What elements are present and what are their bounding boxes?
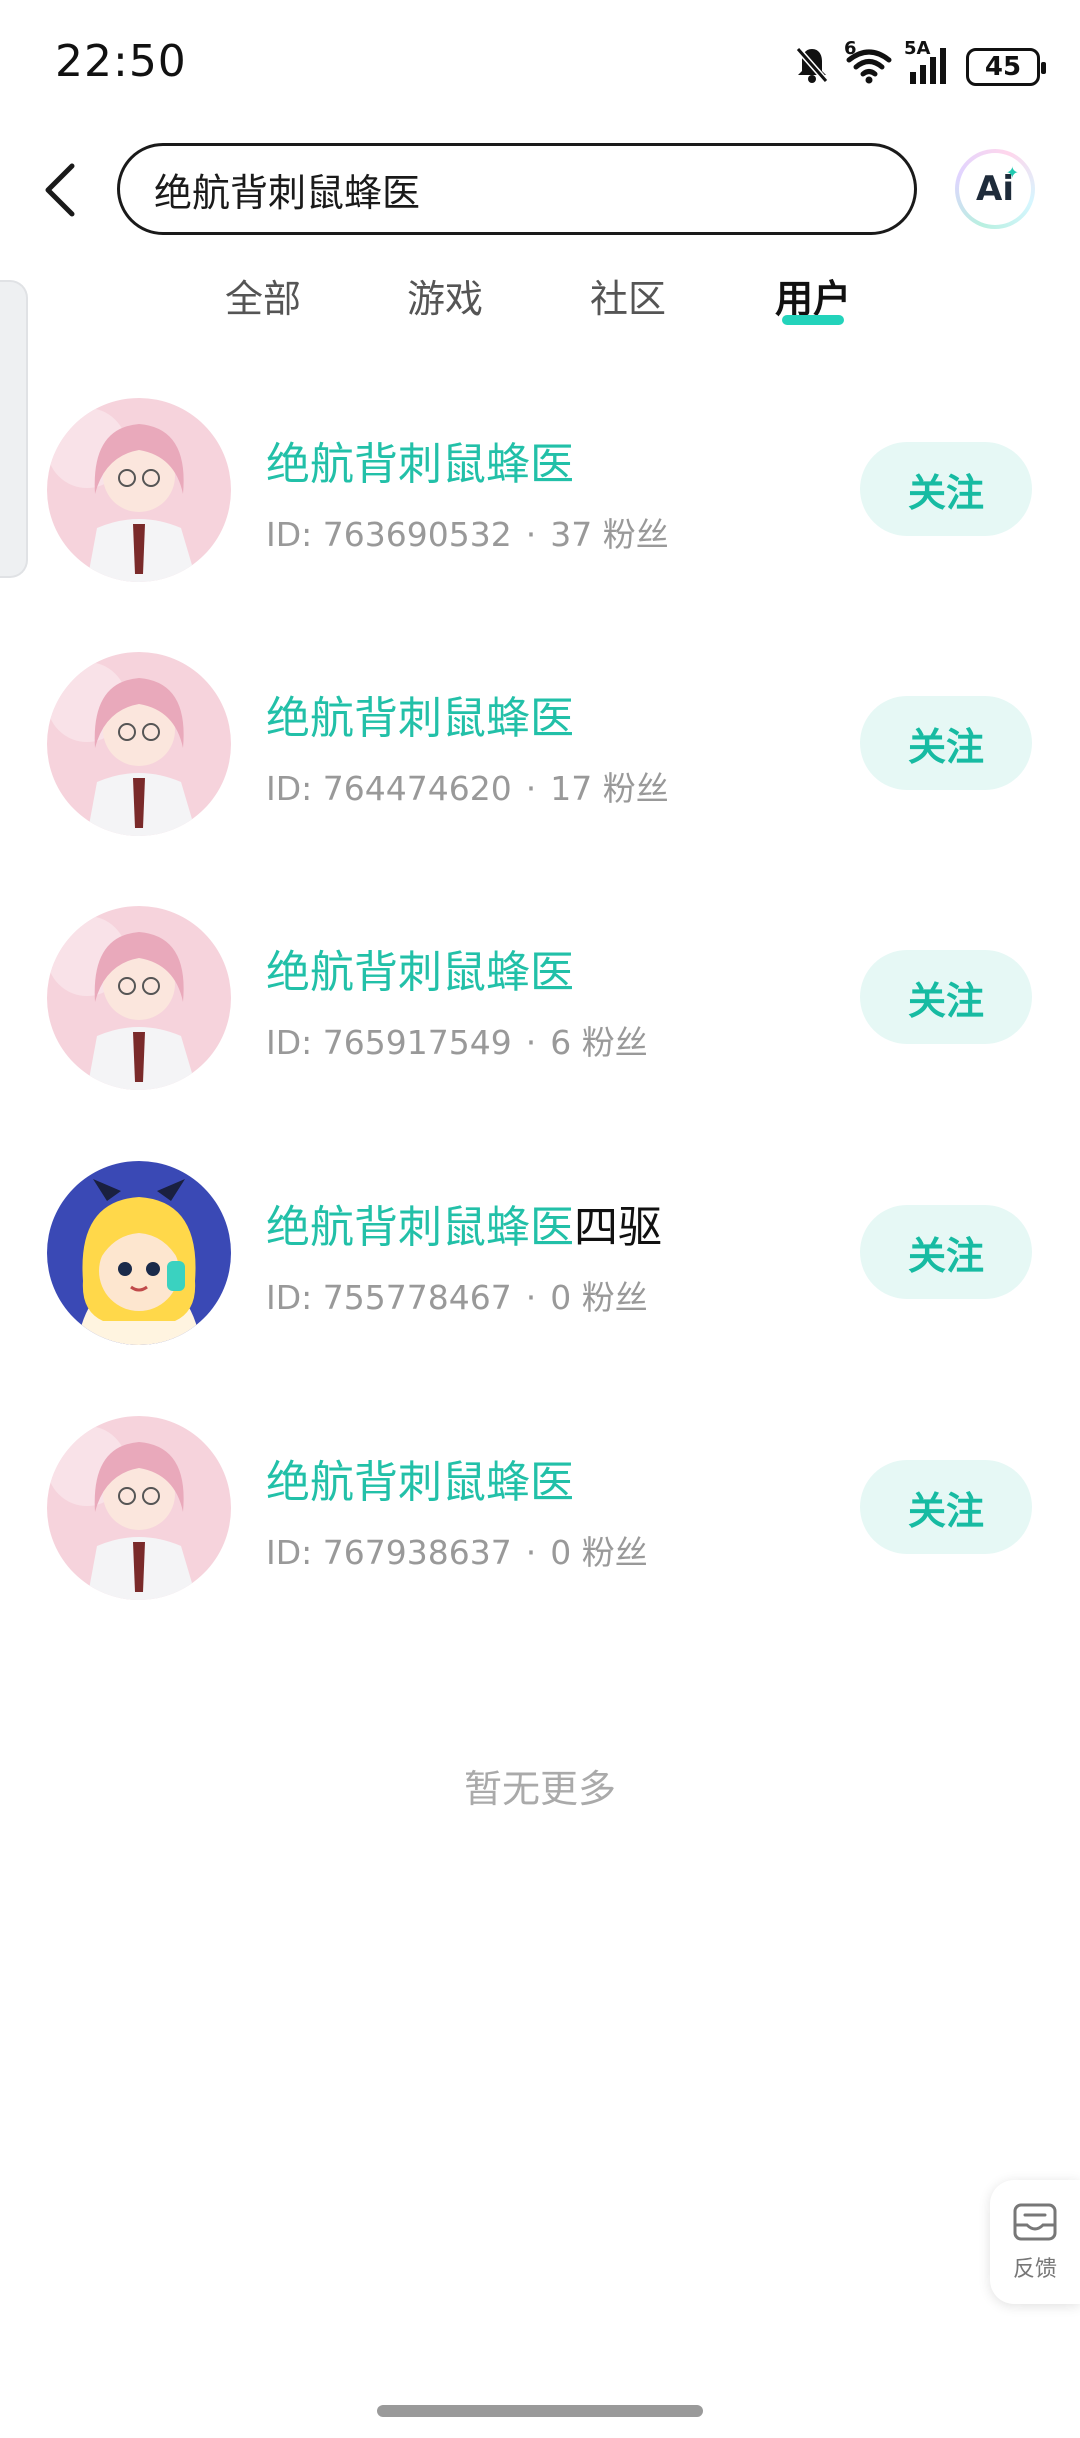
wifi-icon: 6: [844, 38, 892, 88]
fan-count: 6 粉丝: [550, 1023, 648, 1062]
meta-separator: ·: [525, 769, 537, 808]
feedback-icon: [1013, 2203, 1057, 2241]
tab-games[interactable]: 游戏: [407, 268, 483, 323]
back-button[interactable]: [30, 155, 90, 225]
battery-indicator: 45: [966, 48, 1046, 86]
user-meta: ID: 767938637 · 0 粉丝: [266, 1526, 648, 1574]
sparkle-icon: ✦: [1005, 163, 1019, 182]
fan-count: 0 粉丝: [550, 1278, 648, 1317]
user-meta: ID: 765917549 · 6 粉丝: [266, 1016, 648, 1064]
pink-hair-avatar[interactable]: [47, 398, 231, 582]
tab-community[interactable]: 社区: [590, 268, 666, 323]
signal-icon: 5A: [904, 38, 950, 88]
ai-assistant-button[interactable]: Ai ✦: [955, 149, 1035, 229]
follow-button[interactable]: 关注: [860, 696, 1032, 790]
ai-icon: Ai ✦: [959, 153, 1031, 225]
bell-muted-icon: [794, 45, 830, 89]
meta-separator: ·: [525, 1023, 537, 1062]
home-indicator[interactable]: [377, 2405, 703, 2417]
follow-button[interactable]: 关注: [860, 442, 1032, 536]
follow-button[interactable]: 关注: [860, 1205, 1032, 1299]
chevron-left-icon: [45, 163, 75, 217]
status-time: 22:50: [55, 36, 187, 87]
wifi-label: 6: [844, 38, 857, 59]
user-row[interactable]: 绝航背刺鼠蜂医四驱 ID: 755778467 · 0 粉丝 关注: [0, 1161, 1080, 1361]
search-query: 绝航背刺鼠蜂医: [154, 170, 421, 215]
user-id: ID: 767938637: [266, 1533, 512, 1572]
fan-count: 37 粉丝: [550, 515, 669, 554]
fan-count: 17 粉丝: [550, 769, 669, 808]
follow-button[interactable]: 关注: [860, 950, 1032, 1044]
feedback-button[interactable]: 反馈: [990, 2180, 1080, 2304]
pink-hair-avatar[interactable]: [47, 1416, 231, 1600]
user-meta: ID: 755778467 · 0 粉丝: [266, 1271, 648, 1319]
network-label: 5A: [904, 38, 931, 59]
status-bar: 22:50 6 5A 45: [0, 0, 1080, 130]
user-id: ID: 765917549: [266, 1023, 512, 1062]
pink-hair-avatar[interactable]: [47, 652, 231, 836]
user-row[interactable]: 绝航背刺鼠蜂医 ID: 763690532 · 37 粉丝 关注: [0, 398, 1080, 598]
tab-all[interactable]: 全部: [225, 268, 301, 323]
user-id: ID: 763690532: [266, 515, 512, 554]
status-icons: 6 5A 45: [794, 38, 1046, 92]
search-tabs: 全部 游戏 社区 用户: [0, 268, 1080, 338]
user-id: ID: 764474620: [266, 769, 512, 808]
user-meta: ID: 764474620 · 17 粉丝: [266, 762, 669, 810]
user-row[interactable]: 绝航背刺鼠蜂医 ID: 765917549 · 6 粉丝 关注: [0, 906, 1080, 1106]
search-input[interactable]: 绝航背刺鼠蜂医: [117, 143, 917, 235]
user-name[interactable]: 绝航背刺鼠蜂医: [266, 682, 574, 746]
user-meta: ID: 763690532 · 37 粉丝: [266, 508, 669, 556]
meta-separator: ·: [525, 515, 537, 554]
meta-separator: ·: [525, 1278, 537, 1317]
fan-count: 0 粉丝: [550, 1533, 648, 1572]
user-name[interactable]: 绝航背刺鼠蜂医: [266, 1446, 574, 1510]
blonde-mascot-avatar[interactable]: [47, 1161, 231, 1345]
meta-separator: ·: [525, 1533, 537, 1572]
user-name[interactable]: 绝航背刺鼠蜂医: [266, 428, 574, 492]
user-row[interactable]: 绝航背刺鼠蜂医 ID: 767938637 · 0 粉丝 关注: [0, 1416, 1080, 1616]
active-tab-underline: [782, 315, 844, 325]
user-name[interactable]: 绝航背刺鼠蜂医: [266, 936, 574, 1000]
user-row[interactable]: 绝航背刺鼠蜂医 ID: 764474620 · 17 粉丝 关注: [0, 652, 1080, 852]
feedback-label: 反馈: [1012, 2257, 1057, 2282]
user-name[interactable]: 绝航背刺鼠蜂医四驱: [266, 1191, 662, 1255]
follow-button[interactable]: 关注: [860, 1460, 1032, 1554]
user-id: ID: 755778467: [266, 1278, 512, 1317]
list-end-text: 暂无更多: [463, 1767, 616, 1811]
pink-hair-avatar[interactable]: [47, 906, 231, 1090]
